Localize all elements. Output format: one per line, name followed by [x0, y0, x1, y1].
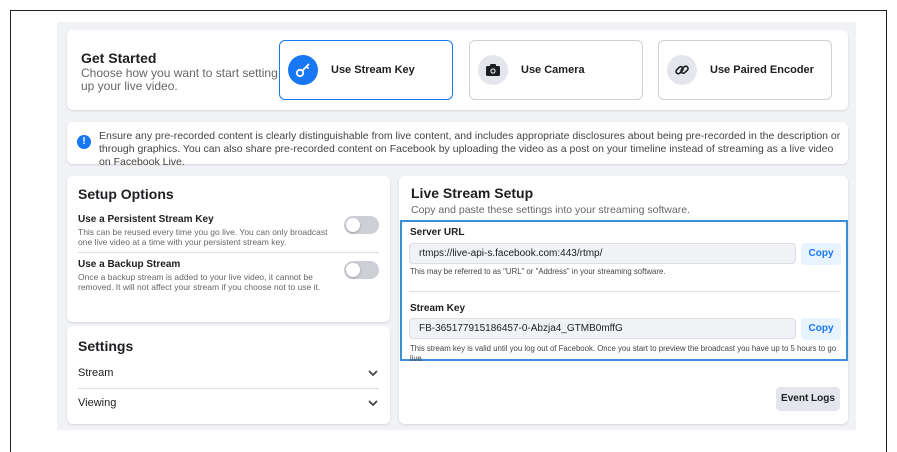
- copy-stream-key-button[interactable]: Copy: [801, 318, 841, 340]
- server-url-label: Server URL: [410, 227, 465, 238]
- persistent-stream-key-toggle[interactable]: [344, 216, 379, 234]
- copy-server-url-button[interactable]: Copy: [801, 243, 841, 265]
- chevron-down-icon: [367, 397, 379, 409]
- get-started-title: Get Started: [81, 50, 157, 66]
- stream-key-hint: This stream key is valid until you log o…: [410, 344, 837, 363]
- divider: [78, 388, 379, 389]
- backup-stream-toggle[interactable]: [344, 261, 379, 279]
- persistent-stream-key-row: Use a Persistent Stream Key This can be …: [78, 214, 379, 247]
- settings-item-label: Stream: [78, 367, 114, 379]
- persistent-stream-key-title: Use a Persistent Stream Key: [78, 214, 214, 225]
- info-icon: !: [77, 135, 91, 149]
- settings-item-label: Viewing: [78, 397, 117, 409]
- stream-key-label: Stream Key: [410, 303, 466, 314]
- chevron-down-icon: [367, 367, 379, 379]
- live-stream-setup-title: Live Stream Setup: [411, 185, 534, 201]
- settings-title: Settings: [78, 338, 134, 354]
- get-started-card: Get Started Choose how you want to start…: [67, 30, 848, 110]
- settings-item-stream[interactable]: Stream: [78, 367, 379, 379]
- persistent-stream-key-description: This can be reused every time you go liv…: [78, 227, 328, 247]
- event-logs-button[interactable]: Event Logs: [776, 387, 840, 411]
- settings-card: Settings Stream Viewing: [67, 326, 390, 424]
- divider: [409, 291, 840, 292]
- option-label: Use Stream Key: [331, 64, 415, 76]
- setup-options-card: Setup Options Use a Persistent Stream Ke…: [67, 176, 390, 322]
- option-label: Use Paired Encoder: [710, 64, 814, 76]
- camera-icon: [478, 55, 508, 85]
- prerecorded-notice: ! Ensure any pre-recorded content is cle…: [67, 122, 848, 168]
- settings-item-viewing[interactable]: Viewing: [78, 397, 379, 409]
- stream-key-field[interactable]: FB-365177915186457-0-Abzja4_GTMB0mffG: [409, 318, 796, 339]
- backup-stream-row: Use a Backup Stream Once a backup stream…: [78, 259, 379, 292]
- get-started-description: Choose how you want to start setting up …: [81, 66, 278, 93]
- live-stream-setup-subtitle: Copy and paste these settings into your …: [411, 204, 690, 216]
- divider: [78, 252, 379, 253]
- backup-stream-description: Once a backup stream is added to your li…: [78, 272, 321, 292]
- server-url-field[interactable]: rtmps://live-api-s.facebook.com:443/rtmp…: [409, 243, 796, 264]
- use-stream-key-option[interactable]: Use Stream Key: [279, 40, 453, 100]
- setup-options-title: Setup Options: [78, 186, 174, 202]
- use-camera-option[interactable]: Use Camera: [469, 40, 643, 100]
- link-icon: [667, 55, 697, 85]
- backup-stream-title: Use a Backup Stream: [78, 259, 181, 270]
- notice-text: Ensure any pre-recorded content is clear…: [99, 130, 841, 168]
- key-icon: [288, 55, 318, 85]
- option-label: Use Camera: [521, 64, 585, 76]
- use-paired-encoder-option[interactable]: Use Paired Encoder: [658, 40, 832, 100]
- server-url-hint: This may be referred to as "URL" or "Add…: [410, 267, 666, 276]
